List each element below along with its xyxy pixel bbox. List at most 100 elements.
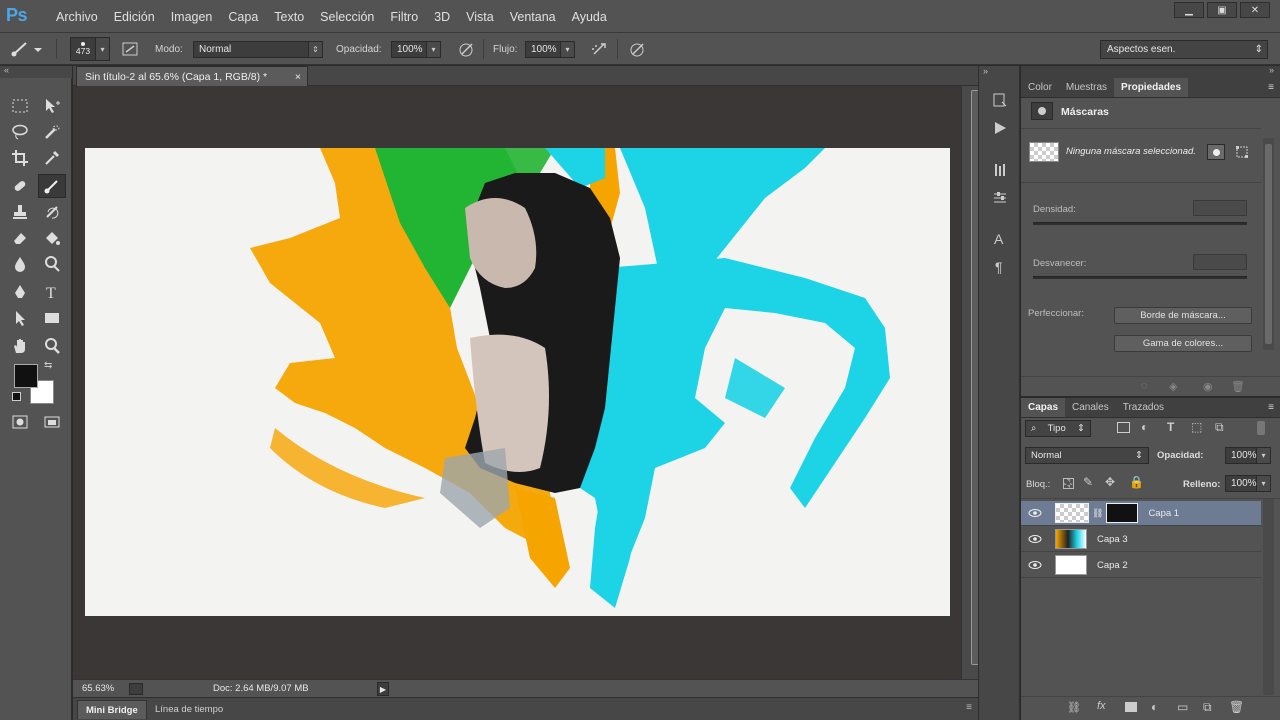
lasso-tool[interactable] bbox=[6, 120, 34, 144]
move-tool[interactable] bbox=[38, 94, 66, 118]
add-mask-icon[interactable] bbox=[1125, 702, 1137, 712]
new-layer-icon[interactable]: ⧉ bbox=[1203, 700, 1212, 715]
menu-ventana[interactable]: Ventana bbox=[502, 10, 564, 24]
type-tool[interactable]: T bbox=[38, 280, 66, 304]
tab-color[interactable]: Color bbox=[1021, 78, 1059, 97]
layer-row-capa-3[interactable]: Capa 3 bbox=[1021, 527, 1261, 552]
mask-edge-button[interactable]: Borde de máscara... bbox=[1114, 307, 1252, 324]
spot-healing-tool[interactable] bbox=[6, 174, 34, 198]
color-range-button[interactable]: Gama de colores... bbox=[1114, 335, 1252, 352]
pressure-size-button[interactable] bbox=[626, 33, 648, 65]
brush-panel-toggle[interactable] bbox=[119, 33, 141, 65]
status-menu-icon[interactable] bbox=[129, 683, 143, 695]
menu-archivo[interactable]: Archivo bbox=[48, 10, 106, 24]
airbrush-button[interactable] bbox=[589, 33, 611, 65]
panel-menu-icon[interactable]: ≡ bbox=[966, 702, 972, 713]
add-vector-mask-button[interactable] bbox=[1233, 144, 1251, 160]
filter-toggle-switch[interactable] bbox=[1257, 421, 1265, 435]
paragraph-panel-button[interactable]: ¶ bbox=[990, 256, 1010, 276]
panel-menu-icon[interactable]: ≡ bbox=[1268, 398, 1280, 417]
dodge-tool[interactable] bbox=[38, 252, 66, 276]
workspace-select[interactable]: Aspectos esen. ⇕ bbox=[1100, 40, 1268, 59]
lock-transparency-icon[interactable] bbox=[1063, 478, 1074, 489]
close-icon[interactable]: × bbox=[295, 71, 301, 83]
visibility-eye-icon[interactable] bbox=[1021, 508, 1049, 518]
clone-stamp-tool[interactable] bbox=[6, 200, 34, 224]
menu-edicion[interactable]: Edición bbox=[106, 10, 163, 24]
menu-vista[interactable]: Vista bbox=[458, 10, 502, 24]
brush-presets-button[interactable] bbox=[990, 160, 1010, 180]
pixel-mask-thumbnail[interactable] bbox=[1029, 142, 1059, 162]
panel-menu-icon[interactable]: ≡ bbox=[1268, 78, 1280, 97]
brush-tool[interactable] bbox=[38, 174, 66, 198]
layer-row-capa-1[interactable]: ⛓ Capa 1 bbox=[1021, 501, 1261, 526]
pressure-opacity-button[interactable] bbox=[455, 33, 477, 65]
layer-mask-thumbnail[interactable] bbox=[1106, 503, 1139, 523]
crop-tool[interactable] bbox=[6, 146, 34, 170]
visibility-eye-icon[interactable] bbox=[1021, 534, 1049, 544]
tool-preset-picker[interactable] bbox=[8, 33, 46, 65]
maximize-button[interactable]: ▣ bbox=[1207, 2, 1237, 18]
eraser-tool[interactable] bbox=[6, 226, 34, 250]
expand-icon[interactable]: » bbox=[983, 66, 988, 76]
screen-mode-button[interactable] bbox=[38, 410, 66, 434]
tab-layers[interactable]: Capas bbox=[1021, 398, 1066, 417]
mode-select[interactable]: Normal ⇕ bbox=[193, 33, 323, 65]
filter-adjustment-icon[interactable]: ◐ bbox=[1141, 420, 1148, 434]
play-arrow-icon[interactable]: ▶ bbox=[377, 682, 389, 696]
minimize-button[interactable]: ▁ bbox=[1174, 2, 1204, 18]
menu-seleccion[interactable]: Selección bbox=[312, 10, 382, 24]
feather-slider[interactable] bbox=[1033, 276, 1247, 279]
tab-properties[interactable]: Propiedades bbox=[1114, 78, 1189, 97]
layers-scrollbar[interactable] bbox=[1263, 499, 1274, 695]
apply-mask-icon[interactable]: ◈ bbox=[1169, 380, 1177, 393]
filter-pixel-icon[interactable] bbox=[1117, 422, 1130, 433]
density-field[interactable] bbox=[1193, 200, 1247, 216]
lock-position-icon[interactable]: ✥ bbox=[1105, 475, 1115, 489]
new-group-folder-icon[interactable]: ▭ bbox=[1177, 700, 1188, 714]
collapse-icon[interactable]: » bbox=[1269, 65, 1274, 75]
rectangle-tool[interactable] bbox=[38, 306, 66, 330]
adjustments-button[interactable] bbox=[990, 188, 1010, 208]
toggle-mask-icon[interactable]: ◉ bbox=[1203, 380, 1213, 393]
path-selection-tool[interactable] bbox=[6, 306, 34, 330]
menu-filtro[interactable]: Filtro bbox=[382, 10, 426, 24]
layer-opacity-field[interactable]: 100% ▾ bbox=[1225, 447, 1271, 464]
tab-channels[interactable]: Canales bbox=[1065, 398, 1116, 417]
quick-mask-button[interactable] bbox=[6, 410, 34, 434]
filter-type-icon[interactable]: T bbox=[1167, 420, 1174, 434]
filter-shape-icon[interactable]: ⬚ bbox=[1191, 420, 1202, 434]
paint-bucket-tool[interactable] bbox=[38, 226, 66, 250]
fill-field[interactable]: 100% ▾ bbox=[1225, 475, 1271, 492]
feather-field[interactable] bbox=[1193, 254, 1247, 270]
menu-ayuda[interactable]: Ayuda bbox=[564, 10, 615, 24]
brush-size-picker[interactable]: 473 ▾ bbox=[70, 33, 110, 65]
menu-imagen[interactable]: Imagen bbox=[163, 10, 221, 24]
visibility-eye-icon[interactable] bbox=[1021, 560, 1049, 570]
opacity-field[interactable]: 100% ▾ bbox=[391, 33, 441, 65]
zoom-level[interactable]: 65.63% bbox=[82, 683, 114, 694]
fx-icon[interactable]: fx bbox=[1097, 700, 1106, 712]
menu-texto[interactable]: Texto bbox=[266, 10, 312, 24]
pen-tool[interactable] bbox=[6, 280, 34, 304]
blur-tool[interactable] bbox=[6, 252, 34, 276]
blend-mode-select[interactable]: Normal ⇕ bbox=[1025, 447, 1149, 464]
zoom-tool[interactable] bbox=[38, 334, 66, 358]
load-selection-icon[interactable]: ◌ bbox=[1141, 380, 1148, 392]
lock-pixels-icon[interactable]: ✎ bbox=[1083, 475, 1093, 489]
artboard[interactable] bbox=[85, 148, 950, 616]
character-panel-button[interactable]: A bbox=[990, 228, 1010, 248]
lock-all-icon[interactable]: 🔒 bbox=[1129, 475, 1144, 489]
tab-paths[interactable]: Trazados bbox=[1116, 398, 1171, 417]
close-window-button[interactable]: ✕ bbox=[1240, 2, 1270, 18]
marquee-tool[interactable] bbox=[6, 94, 34, 118]
layer-row-capa-2[interactable]: Capa 2 bbox=[1021, 553, 1261, 578]
trash-icon[interactable]: 🗑 bbox=[1231, 380, 1245, 393]
eyedropper-tool[interactable] bbox=[38, 146, 66, 170]
link-layers-icon[interactable]: ⛓ bbox=[1067, 701, 1081, 714]
filter-smart-object-icon[interactable]: ⧉ bbox=[1215, 420, 1224, 435]
density-slider[interactable] bbox=[1033, 222, 1247, 225]
history-brush-tool[interactable] bbox=[38, 200, 66, 224]
vertical-scrollbar[interactable] bbox=[961, 86, 981, 679]
actions-panel-button[interactable] bbox=[990, 118, 1010, 138]
